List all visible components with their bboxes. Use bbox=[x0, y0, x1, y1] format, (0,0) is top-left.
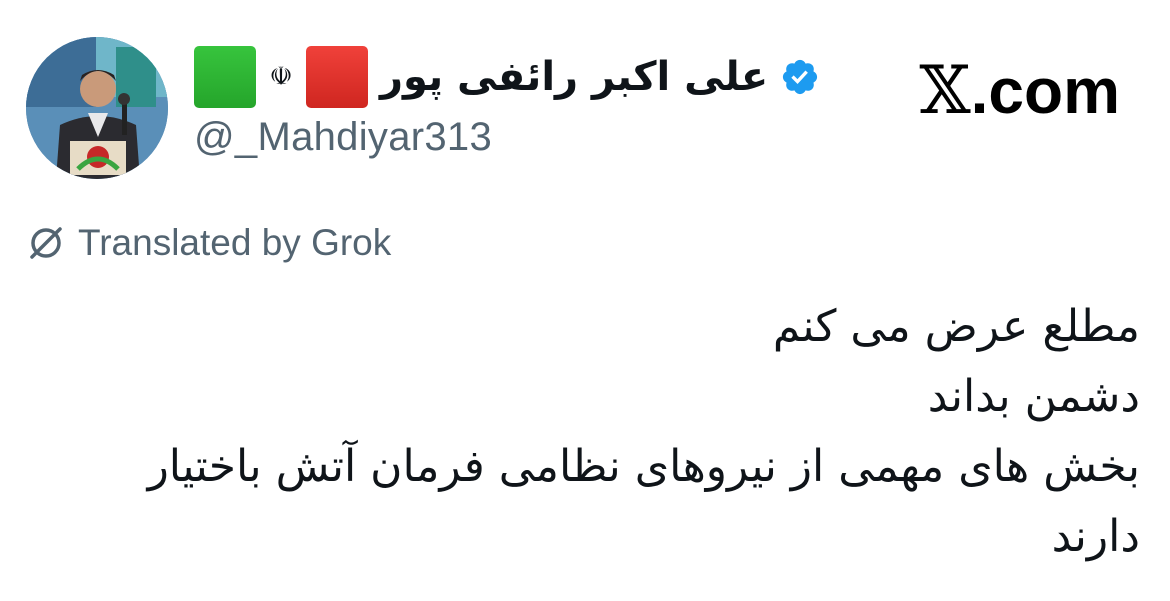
tweet-line: دشمن بداند bbox=[927, 371, 1140, 422]
avatar-image bbox=[26, 37, 168, 179]
x-logo-icon: 𝕏 bbox=[919, 52, 971, 129]
tweet-text: مطلع عرض می کنم دشمن بداند بخش های مهمی … bbox=[20, 292, 1140, 572]
display-name-row: ☫ علی اکبر رائفی پور bbox=[194, 44, 820, 110]
tweet-header: ☫ علی اکبر رائفی پور @_Mahdiyar313 𝕏 .co… bbox=[0, 0, 1170, 190]
tweet-line: دارند bbox=[1051, 511, 1140, 562]
translated-by-grok[interactable]: Translated by Grok bbox=[26, 222, 391, 264]
x-com-logo: 𝕏 .com bbox=[919, 52, 1120, 129]
red-square-emoji bbox=[306, 46, 368, 108]
brand-domain: .com bbox=[970, 54, 1120, 127]
grok-icon bbox=[30, 227, 62, 259]
tweet-line: مطلع عرض می کنم bbox=[772, 301, 1140, 352]
author-display-name[interactable]: علی اکبر رائفی پور bbox=[380, 46, 768, 108]
verified-badge-icon bbox=[783, 59, 818, 95]
tweet-line: بخش های مهمی از نیروهای نظامی فرمان آتش … bbox=[147, 441, 1140, 492]
author-handle[interactable]: @_Mahdiyar313 bbox=[194, 115, 492, 160]
avatar[interactable] bbox=[26, 37, 168, 179]
iran-emblem-icon: ☫ bbox=[269, 62, 293, 92]
translated-label: Translated by Grok bbox=[78, 222, 392, 263]
green-square-emoji bbox=[194, 46, 256, 108]
